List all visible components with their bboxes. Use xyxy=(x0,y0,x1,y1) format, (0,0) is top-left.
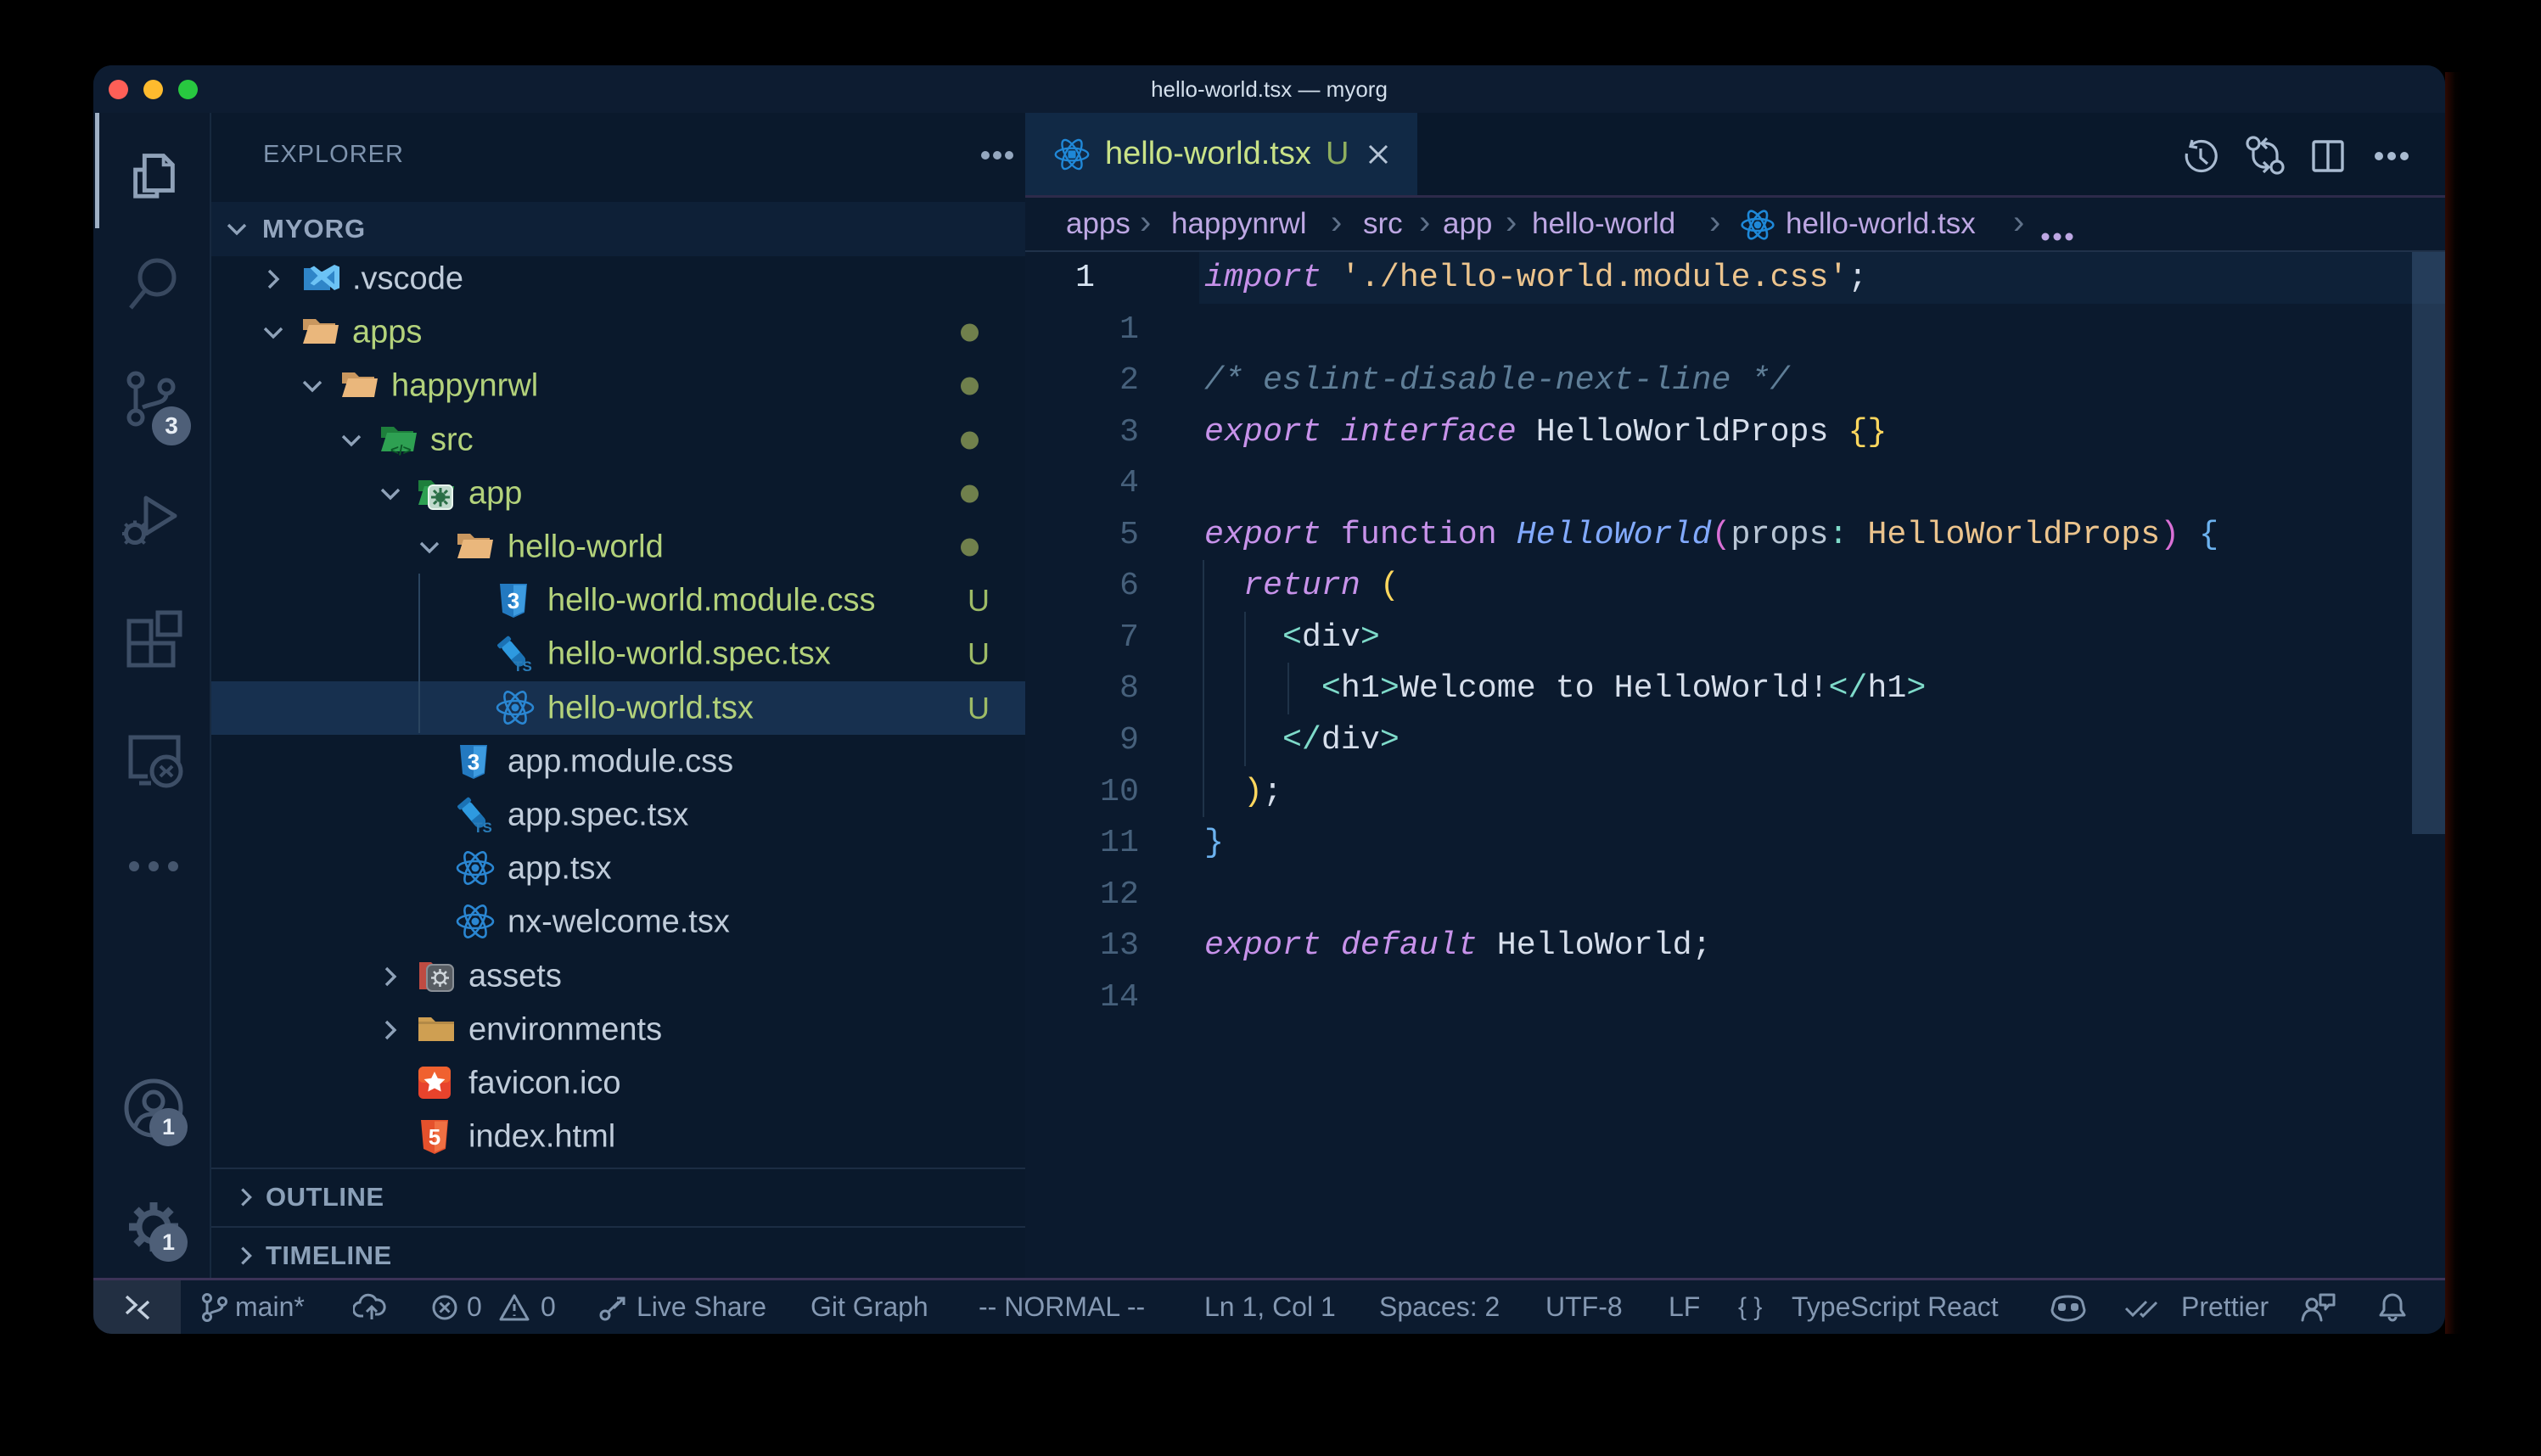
svg-text:3: 3 xyxy=(508,588,519,613)
svg-text:</>: </> xyxy=(390,442,412,456)
svg-text:3: 3 xyxy=(468,749,480,775)
svg-text:TS: TS xyxy=(474,820,492,835)
svg-text:5: 5 xyxy=(429,1124,440,1150)
svg-text:TS: TS xyxy=(513,658,532,674)
